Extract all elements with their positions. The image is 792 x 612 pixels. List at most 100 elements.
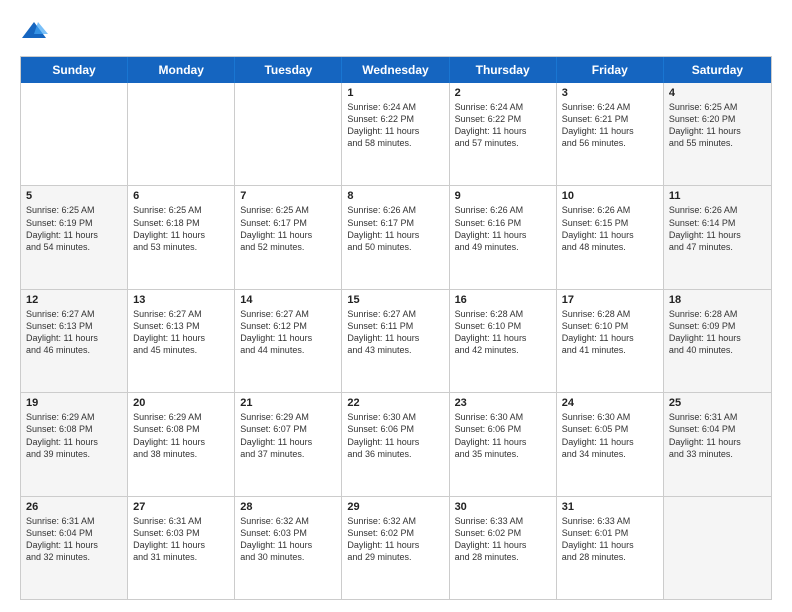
cell-info-line: and 48 minutes. xyxy=(562,241,658,253)
day-number: 12 xyxy=(26,294,122,306)
calendar-day-2: 2Sunrise: 6:24 AMSunset: 6:22 PMDaylight… xyxy=(450,83,557,185)
cell-info-line: Sunset: 6:22 PM xyxy=(455,113,551,125)
cell-info-line: Sunset: 6:14 PM xyxy=(669,217,766,229)
cell-info-line: and 37 minutes. xyxy=(240,448,336,460)
cell-info-line: Sunrise: 6:28 AM xyxy=(562,308,658,320)
cell-info-line: Sunset: 6:08 PM xyxy=(26,423,122,435)
weekday-header-tuesday: Tuesday xyxy=(235,57,342,83)
cell-info-line: Sunset: 6:17 PM xyxy=(347,217,443,229)
cell-info-line: and 28 minutes. xyxy=(562,551,658,563)
day-number: 13 xyxy=(133,294,229,306)
cell-info-line: and 28 minutes. xyxy=(455,551,551,563)
cell-info-line: Daylight: 11 hours xyxy=(562,229,658,241)
cell-info-line: Daylight: 11 hours xyxy=(26,539,122,551)
header xyxy=(20,18,772,46)
day-number: 11 xyxy=(669,190,766,202)
calendar: SundayMondayTuesdayWednesdayThursdayFrid… xyxy=(20,56,772,600)
cell-info-line: and 39 minutes. xyxy=(26,448,122,460)
cell-info-line: Daylight: 11 hours xyxy=(347,539,443,551)
cell-info-line: Sunrise: 6:32 AM xyxy=(240,515,336,527)
day-number: 21 xyxy=(240,397,336,409)
cell-info-line: Daylight: 11 hours xyxy=(562,332,658,344)
cell-info-line: and 32 minutes. xyxy=(26,551,122,563)
day-number: 7 xyxy=(240,190,336,202)
cell-info-line: Daylight: 11 hours xyxy=(562,436,658,448)
calendar-day-6: 6Sunrise: 6:25 AMSunset: 6:18 PMDaylight… xyxy=(128,186,235,288)
weekday-header-saturday: Saturday xyxy=(664,57,771,83)
calendar-empty-cell xyxy=(21,83,128,185)
calendar-day-9: 9Sunrise: 6:26 AMSunset: 6:16 PMDaylight… xyxy=(450,186,557,288)
logo-icon xyxy=(20,18,48,46)
cell-info-line: Sunset: 6:15 PM xyxy=(562,217,658,229)
cell-info-line: Sunrise: 6:26 AM xyxy=(669,204,766,216)
cell-info-line: Daylight: 11 hours xyxy=(26,332,122,344)
cell-info-line: and 47 minutes. xyxy=(669,241,766,253)
page: SundayMondayTuesdayWednesdayThursdayFrid… xyxy=(0,0,792,612)
cell-info-line: Sunset: 6:20 PM xyxy=(669,113,766,125)
day-number: 15 xyxy=(347,294,443,306)
weekday-header-friday: Friday xyxy=(557,57,664,83)
calendar-day-12: 12Sunrise: 6:27 AMSunset: 6:13 PMDayligh… xyxy=(21,290,128,392)
calendar-day-13: 13Sunrise: 6:27 AMSunset: 6:13 PMDayligh… xyxy=(128,290,235,392)
cell-info-line: Sunset: 6:07 PM xyxy=(240,423,336,435)
day-number: 27 xyxy=(133,501,229,513)
cell-info-line: Sunset: 6:10 PM xyxy=(455,320,551,332)
calendar-empty-cell xyxy=(128,83,235,185)
calendar-day-24: 24Sunrise: 6:30 AMSunset: 6:05 PMDayligh… xyxy=(557,393,664,495)
cell-info-line: and 57 minutes. xyxy=(455,137,551,149)
day-number: 18 xyxy=(669,294,766,306)
cell-info-line: Sunset: 6:16 PM xyxy=(455,217,551,229)
cell-info-line: Sunrise: 6:27 AM xyxy=(240,308,336,320)
cell-info-line: Sunset: 6:06 PM xyxy=(455,423,551,435)
cell-info-line: and 31 minutes. xyxy=(133,551,229,563)
cell-info-line: and 33 minutes. xyxy=(669,448,766,460)
day-number: 20 xyxy=(133,397,229,409)
weekday-header-monday: Monday xyxy=(128,57,235,83)
day-number: 6 xyxy=(133,190,229,202)
cell-info-line: Daylight: 11 hours xyxy=(562,539,658,551)
cell-info-line: and 46 minutes. xyxy=(26,344,122,356)
cell-info-line: Daylight: 11 hours xyxy=(669,332,766,344)
calendar-day-22: 22Sunrise: 6:30 AMSunset: 6:06 PMDayligh… xyxy=(342,393,449,495)
weekday-header-thursday: Thursday xyxy=(450,57,557,83)
cell-info-line: Daylight: 11 hours xyxy=(455,539,551,551)
cell-info-line: Sunrise: 6:26 AM xyxy=(347,204,443,216)
cell-info-line: and 41 minutes. xyxy=(562,344,658,356)
calendar-day-11: 11Sunrise: 6:26 AMSunset: 6:14 PMDayligh… xyxy=(664,186,771,288)
cell-info-line: Sunrise: 6:31 AM xyxy=(26,515,122,527)
cell-info-line: Daylight: 11 hours xyxy=(26,436,122,448)
cell-info-line: and 43 minutes. xyxy=(347,344,443,356)
cell-info-line: and 29 minutes. xyxy=(347,551,443,563)
cell-info-line: and 38 minutes. xyxy=(133,448,229,460)
day-number: 28 xyxy=(240,501,336,513)
calendar-day-30: 30Sunrise: 6:33 AMSunset: 6:02 PMDayligh… xyxy=(450,497,557,599)
calendar-empty-cell xyxy=(235,83,342,185)
cell-info-line: Daylight: 11 hours xyxy=(240,436,336,448)
day-number: 9 xyxy=(455,190,551,202)
calendar-row-0: 1Sunrise: 6:24 AMSunset: 6:22 PMDaylight… xyxy=(21,83,771,186)
cell-info-line: and 34 minutes. xyxy=(562,448,658,460)
calendar-day-28: 28Sunrise: 6:32 AMSunset: 6:03 PMDayligh… xyxy=(235,497,342,599)
day-number: 2 xyxy=(455,87,551,99)
calendar-day-29: 29Sunrise: 6:32 AMSunset: 6:02 PMDayligh… xyxy=(342,497,449,599)
day-number: 10 xyxy=(562,190,658,202)
cell-info-line: and 53 minutes. xyxy=(133,241,229,253)
calendar-day-3: 3Sunrise: 6:24 AMSunset: 6:21 PMDaylight… xyxy=(557,83,664,185)
cell-info-line: and 30 minutes. xyxy=(240,551,336,563)
cell-info-line: Daylight: 11 hours xyxy=(455,332,551,344)
cell-info-line: Sunrise: 6:33 AM xyxy=(455,515,551,527)
cell-info-line: Sunrise: 6:27 AM xyxy=(133,308,229,320)
day-number: 5 xyxy=(26,190,122,202)
calendar-body: 1 Sunrise: 6:24 AMSunset: 6:22 PM Daylight… xyxy=(21,83,771,599)
day-number: 14 xyxy=(240,294,336,306)
calendar-day-14: 14Sunrise: 6:27 AMSunset: 6:12 PMDayligh… xyxy=(235,290,342,392)
cell-info-line: Sunset: 6:19 PM xyxy=(26,217,122,229)
cell-info-line: Sunrise: 6:25 AM xyxy=(26,204,122,216)
day-number: 1 xyxy=(347,87,443,99)
calendar-row-4: 26Sunrise: 6:31 AMSunset: 6:04 PMDayligh… xyxy=(21,497,771,599)
cell-info-line: Sunrise: 6:24 AM xyxy=(455,101,551,113)
cell-info-line: Sunset: 6:05 PM xyxy=(562,423,658,435)
cell-info-line: Sunset: 6:03 PM xyxy=(133,527,229,539)
cell-info-line: and 44 minutes. xyxy=(240,344,336,356)
calendar-day-8: 8Sunrise: 6:26 AMSunset: 6:17 PMDaylight… xyxy=(342,186,449,288)
